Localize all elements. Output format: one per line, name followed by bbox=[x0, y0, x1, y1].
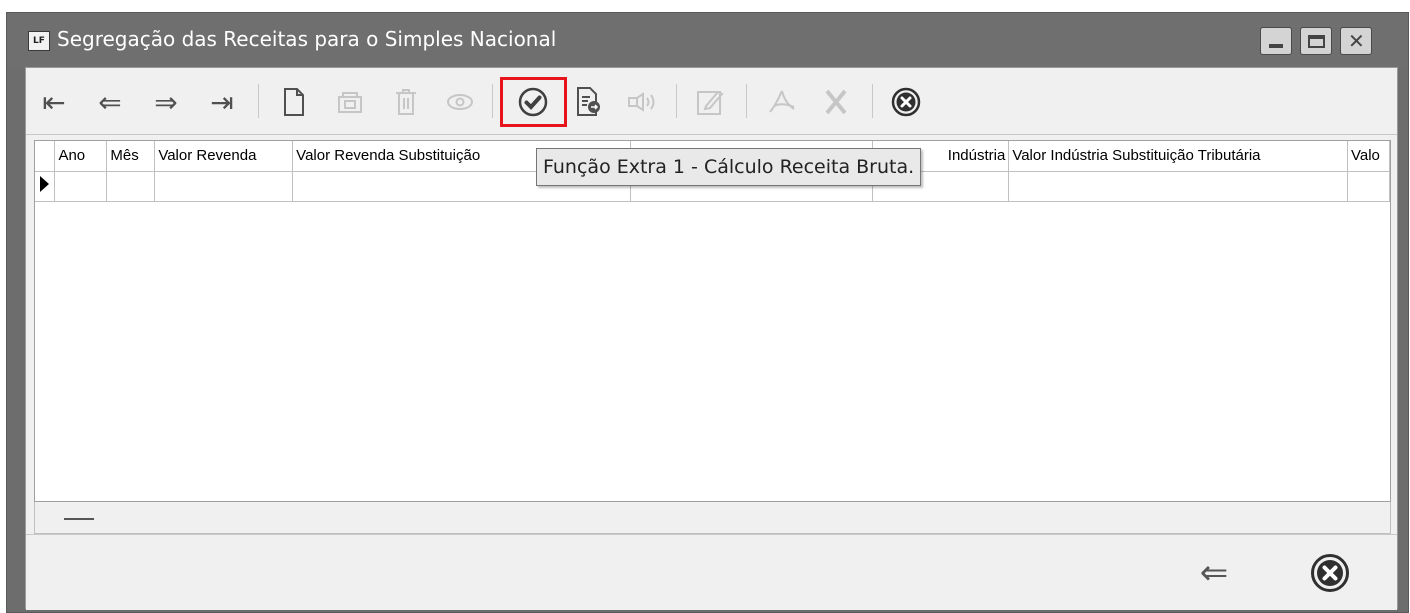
table-cell[interactable] bbox=[1347, 171, 1390, 202]
last-record-button[interactable]: ⇥ bbox=[202, 82, 242, 122]
edit-icon bbox=[697, 90, 724, 115]
pdf-icon bbox=[769, 90, 795, 113]
data-grid[interactable]: Ano Mês Valor Revenda Valor Revenda Subs… bbox=[34, 140, 1391, 502]
extra-function-button[interactable] bbox=[513, 82, 553, 122]
maximize-icon bbox=[1308, 35, 1325, 48]
grid-header-indicator bbox=[35, 141, 56, 172]
export-pdf-button[interactable] bbox=[762, 82, 802, 122]
title-bar[interactable]: LF Segregação das Receitas para o Simple… bbox=[7, 13, 1408, 67]
window-title: Segregação das Receitas para o Simples N… bbox=[57, 27, 557, 51]
toolbar-separator bbox=[872, 84, 873, 118]
toolbar-separator bbox=[492, 84, 493, 118]
app-logo-icon: LF bbox=[28, 31, 50, 51]
trash-icon bbox=[396, 89, 416, 115]
left-arrow-icon: ⇐ bbox=[98, 85, 122, 119]
grid-header-valor-industria-st[interactable]: Valor Indústria Substituição Tributária bbox=[1008, 141, 1348, 172]
report-button[interactable] bbox=[569, 82, 609, 122]
row-indicator bbox=[35, 171, 56, 202]
close-form-button[interactable] bbox=[886, 82, 926, 122]
minimize-button[interactable] bbox=[1260, 27, 1292, 55]
toolbar-separator bbox=[676, 84, 677, 118]
check-circle-icon bbox=[518, 87, 548, 117]
audio-button[interactable] bbox=[622, 82, 662, 122]
document-icon bbox=[284, 88, 304, 116]
right-arrow-icon: ⇒ bbox=[154, 85, 178, 119]
close-circle-icon bbox=[1311, 554, 1349, 592]
dash-marker bbox=[64, 518, 94, 520]
edit-button[interactable] bbox=[690, 82, 730, 122]
delete-record-button[interactable] bbox=[386, 82, 426, 122]
toolbar-separator bbox=[746, 84, 747, 118]
back-arrow-icon: ⇐ bbox=[1199, 553, 1229, 593]
next-record-button[interactable]: ⇒ bbox=[146, 82, 186, 122]
bottom-bar: ⇐ bbox=[26, 534, 1397, 610]
grid-footer-band bbox=[34, 502, 1391, 534]
excel-icon bbox=[825, 89, 847, 115]
first-record-button[interactable]: ⇤ bbox=[34, 82, 74, 122]
grid-header-valor-revenda[interactable]: Valor Revenda bbox=[154, 141, 294, 172]
new-record-button[interactable] bbox=[274, 82, 314, 122]
first-arrow-icon: ⇤ bbox=[42, 85, 66, 119]
close-bottom-button[interactable] bbox=[1306, 553, 1354, 593]
close-window-button[interactable]: ✕ bbox=[1340, 27, 1372, 55]
last-arrow-icon: ⇥ bbox=[210, 85, 234, 119]
table-cell[interactable] bbox=[106, 171, 156, 202]
table-cell[interactable] bbox=[54, 171, 108, 202]
grid-header-ano[interactable]: Ano bbox=[54, 141, 108, 172]
close-icon: ✕ bbox=[1348, 29, 1365, 53]
grid-header-valo[interactable]: Valo bbox=[1347, 141, 1390, 172]
close-circle-icon bbox=[891, 87, 921, 117]
export-excel-button[interactable] bbox=[816, 82, 856, 122]
speaker-icon bbox=[628, 92, 655, 112]
copy-record-button[interactable] bbox=[330, 82, 370, 122]
grid-header-mes[interactable]: Mês bbox=[106, 141, 156, 172]
toolbar-separator bbox=[258, 84, 259, 118]
report-icon bbox=[577, 87, 600, 116]
previous-record-button[interactable]: ⇐ bbox=[90, 82, 130, 122]
maximize-button[interactable] bbox=[1300, 27, 1332, 55]
copy-icon bbox=[338, 92, 362, 113]
table-cell[interactable] bbox=[154, 171, 294, 202]
minimize-icon bbox=[1269, 44, 1283, 48]
main-window: LF Segregação das Receitas para o Simple… bbox=[6, 12, 1409, 613]
view-record-button[interactable] bbox=[440, 82, 480, 122]
eye-icon bbox=[447, 94, 473, 110]
table-cell[interactable] bbox=[1008, 171, 1348, 202]
row-pointer-icon bbox=[40, 176, 50, 192]
back-button[interactable]: ⇐ bbox=[1190, 553, 1238, 593]
tooltip: Função Extra 1 - Cálculo Receita Bruta. bbox=[536, 148, 922, 186]
toolbar: ⇤ ⇐ ⇒ ⇥ bbox=[26, 68, 1397, 135]
